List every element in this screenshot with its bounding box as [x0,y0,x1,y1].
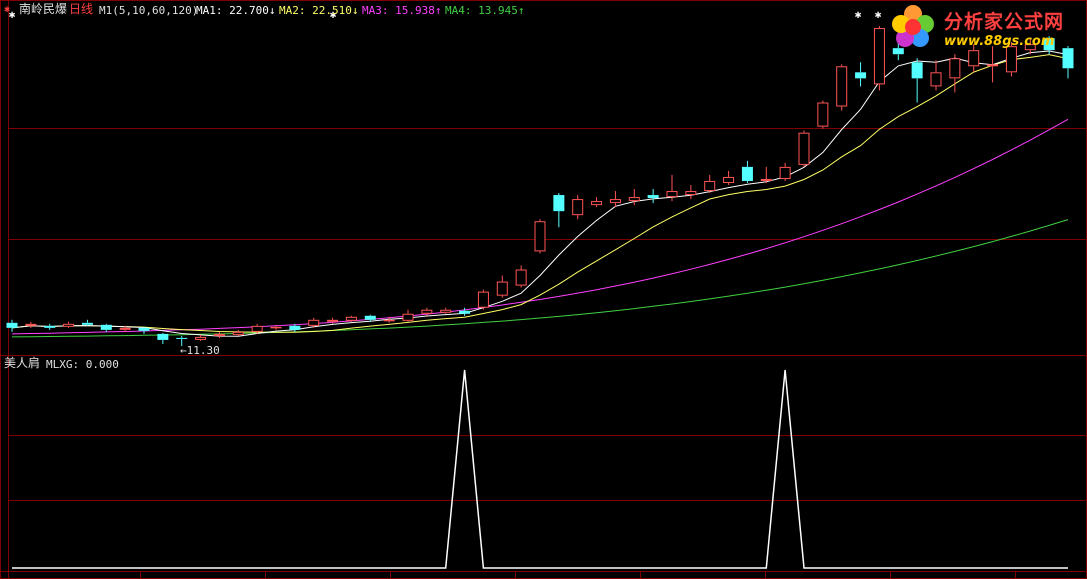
candle-body-up [572,199,584,216]
candle-body-up [119,327,131,330]
candle-body-up [63,323,75,327]
candle-body-down [138,327,150,331]
candle-body-down [100,324,112,330]
site-logo: 分析家公式网 www.88gs.com [888,2,1084,54]
candle-body-up [496,281,508,296]
candlestick-chart[interactable]: ✱ ✱ ✱ ✱ [0,0,1087,579]
candle-body-up [213,333,225,336]
candle-body-up [723,176,735,183]
candle-body-up [534,221,546,252]
signal-marker-icon: ✱ [875,8,882,21]
candle-body-down [289,325,301,330]
candle-body-up [798,132,810,165]
candle-body-up [402,313,414,321]
candle-body-up [987,64,999,67]
candle-body-up [270,326,282,329]
logo-title: 分析家公式网 [944,11,1065,33]
candle-body-down [553,195,565,212]
ma3-value: MA3: 15.938↑ [362,4,442,17]
candle-body-down [855,72,867,79]
sub-indicator-name[interactable]: 美人肩 [4,357,40,370]
ma2-value: MA2: 22.510↓ [279,4,359,17]
indicator-params: M1(5,10,60,120) [99,4,199,17]
candle-body-up [628,197,640,202]
mlxg-signal-line [12,369,1068,569]
candle-body-up [836,66,848,107]
candle-body-up [760,178,772,181]
candle-body-up [515,269,527,286]
stock-name: 南岭民爆 [19,2,68,16]
candle-body-up [327,319,339,322]
candle-body-up [477,291,489,308]
candle-body-up [666,191,678,198]
candle-body-down [741,166,753,181]
low-price-annotation: ←11.30 [180,344,220,357]
candle-body-up [308,319,320,326]
ma2-line [11,54,1069,333]
candle-body-up [704,180,716,192]
ma1-value: MA1: 22.700↓ [196,4,276,17]
ma1-line [11,50,1069,337]
candle-body-down [176,337,188,339]
period-label[interactable]: 日线 [69,3,93,16]
chart-frame [0,0,1087,579]
candle-body-up [779,166,791,179]
candle-body-up [609,199,621,204]
candle-body-up [25,323,37,326]
candle-body-up [383,319,395,322]
candle-body-up [421,309,433,314]
signal-marker-icon: ✱ [855,8,862,21]
candle-body-down [6,322,18,328]
candle-body-up [873,28,885,85]
logo-url: www.88gs.com [944,34,1055,49]
flower-logo-icon [892,5,934,47]
candle-body-down [81,322,93,325]
candle-body-up [195,336,207,340]
candle-body-down [44,325,56,328]
candle-body-down [647,195,659,199]
settings-icon[interactable]: ✱ [4,3,10,16]
candle-body-down [364,315,376,320]
candle-body-down [157,333,169,340]
candle-body-up [232,331,244,335]
candle-body-up [440,309,452,313]
candle-body-up [685,191,697,196]
candle-body-up [930,72,942,87]
candle-body-up [591,201,603,206]
candle-body-up [949,58,961,79]
candle-body-down [911,62,923,79]
candle-body-up [251,325,263,332]
sub-indicator-value: MLXG: 0.000 [46,358,119,371]
ma4-value: MA4: 13.945↑ [445,4,525,17]
candle-body-down [459,310,471,314]
candle-body-up [345,316,357,321]
candle-body-up [817,102,829,127]
